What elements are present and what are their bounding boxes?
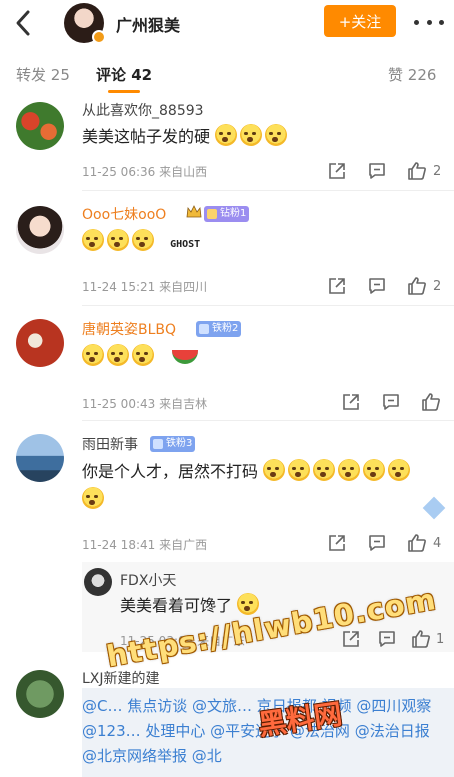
laugh-cry-emoji-icon [82,344,104,366]
share-icon[interactable] [326,532,348,554]
share-icon[interactable] [326,160,348,182]
comment-nickname[interactable]: 雨田新事 [82,434,138,454]
like-count: 1 [436,632,445,647]
tab-bar: 转发 25 评论 42 赞 226 [0,56,454,96]
share-icon[interactable] [326,275,348,297]
more-icon[interactable] [414,10,444,34]
fan-badge: 钻粉1 [204,206,250,222]
comment-meta: 11-25 00:43 来自吉林 [82,397,208,411]
comment-nickname[interactable]: 唐朝英姿BLBQ [82,319,176,339]
laugh-cry-emoji-icon [132,344,154,366]
like-count: 2 [433,164,442,179]
tab-comments[interactable]: 评论 42 [96,64,152,85]
reply-icon[interactable] [366,160,388,182]
active-tab-indicator [108,90,140,93]
laugh-cry-emoji-icon [107,229,129,251]
comment-actions: 2 [326,160,446,184]
reply-nickname[interactable]: FDX小天 [120,570,176,590]
laugh-cry-emoji-icon [107,344,129,366]
like-icon[interactable] [410,628,432,650]
tab-likes-count: 226 [407,66,437,84]
tab-comments-count: 42 [131,66,153,84]
like-icon[interactable] [406,532,428,554]
comment-actions: 4 [326,532,446,556]
comment-meta: 11-25 06:36 来自山西 [82,165,208,179]
avatar[interactable] [84,568,112,596]
tab-repost-count: 25 [50,66,70,84]
laugh-emoji-icon [338,459,361,481]
author-name[interactable]: 广州狠美 [116,12,180,36]
comment-item: Ooo七妹ooO 钻粉1 GHOST 11-24 15:21 来自四川 2 [0,200,454,300]
laugh-cry-emoji-icon [215,124,238,146]
laugh-cry-emoji-icon [237,593,260,615]
like-count: 2 [433,279,442,294]
laugh-cry-emoji-icon [240,124,263,146]
comment-item: 雨田新事 铁粉3 你是个人才，居然不打码 11-24 18:41 来自广西 4 [0,430,454,560]
laugh-cry-emoji-icon [82,229,104,251]
reply-icon[interactable] [366,532,388,554]
avatar[interactable] [16,670,64,718]
tab-repost-label: 转发 [16,66,47,84]
laugh-cry-emoji-icon [288,459,311,481]
tab-comments-label: 评论 [96,66,127,84]
comment-text: GHOST [82,228,200,259]
like-icon[interactable] [420,391,442,413]
top-bar: 广州狠美 +关注 [0,0,454,46]
comment-item: 唐朝英姿BLBQ 铁粉2 11-25 00:43 来自吉林 [0,315,454,415]
reply-icon[interactable] [376,628,398,650]
avatar[interactable] [16,206,64,254]
share-icon[interactable] [340,391,362,413]
follow-button[interactable]: +关注 [324,5,396,37]
reply-text-content: 美美看着可馋了 [120,596,233,615]
comment-nickname[interactable]: 从此喜欢你_88593 [82,100,204,120]
like-count: 4 [433,536,442,551]
laugh-emoji-icon [388,459,411,481]
watermelon-icon [172,350,199,364]
comment-text: 你是个人才，居然不打码 [82,458,422,514]
back-button[interactable] [10,8,36,38]
comment-meta: 11-24 18:41 来自广西 [82,538,208,552]
tab-repost[interactable]: 转发 25 [16,64,70,85]
comment-actions [340,391,450,415]
laugh-emoji-icon [82,487,104,509]
tab-likes[interactable]: 赞 226 [388,64,436,85]
crown-icon [186,204,202,220]
verified-icon [92,30,106,44]
comment-nickname[interactable]: Ooo七妹ooO [82,204,166,224]
avatar[interactable] [16,319,64,367]
comment-text-content: 你是个人才，居然不打码 [82,462,259,481]
like-icon[interactable] [406,275,428,297]
tab-likes-label: 赞 [388,66,404,84]
laugh-cry-emoji-icon [265,124,288,146]
fan-badge: 铁粉3 [150,436,196,452]
divider [82,420,454,421]
comment-actions: 2 [326,275,446,299]
reply-icon[interactable] [380,391,402,413]
like-icon[interactable] [406,160,428,182]
comment-meta: 11-24 15:21 来自四川 [82,280,208,294]
comment-item: 从此喜欢你_88593 美美这帖子发的硬 11-25 06:36 来自山西 2 [0,98,454,190]
comment-text-content: 美美这帖子发的硬 [82,127,211,146]
avatar[interactable] [16,102,64,150]
comment-text [82,343,199,371]
diamond-icon [422,496,446,520]
fan-badge: 铁粉2 [196,321,242,337]
laugh-emoji-icon [363,459,386,481]
avatar[interactable] [16,434,64,482]
chevron-left-icon [16,10,30,36]
ghost-sticker: GHOST [170,239,201,250]
laugh-cry-emoji-icon [132,229,154,251]
divider [82,305,454,306]
comment-text: 美美这帖子发的硬 [82,123,290,151]
laugh-cry-emoji-icon [313,459,336,481]
reply-icon[interactable] [366,275,388,297]
divider [82,190,454,191]
reply-actions: 1 [340,628,450,652]
laugh-cry-emoji-icon [263,459,286,481]
